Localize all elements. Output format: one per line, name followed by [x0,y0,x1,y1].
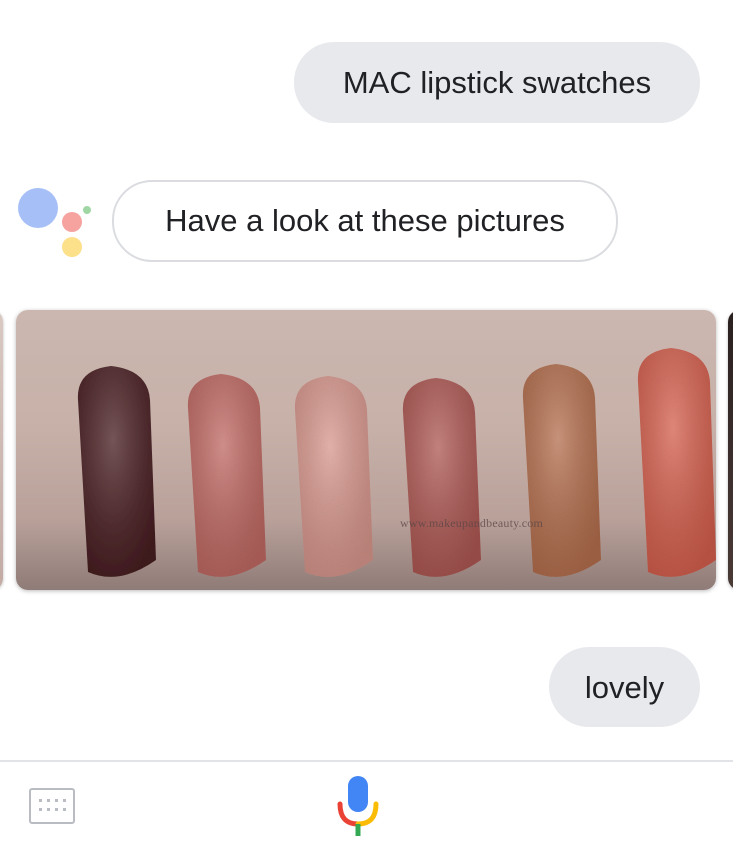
logo-red-dot [62,212,82,232]
lipstick-swatch-sheen [522,364,601,577]
key-dot [63,799,66,802]
lipstick-swatch-image[interactable]: www.makeupandbeauty.com [16,310,716,590]
google-assistant-logo-icon [16,186,96,257]
microphone-icon[interactable] [332,774,384,840]
image-carousel[interactable]: www.makeupandbeauty.com [0,308,733,593]
key-dot [47,799,50,802]
key-dot [55,799,58,802]
lipstick-swatch-sheen [294,376,373,577]
user-message-text: MAC lipstick swatches [342,65,652,100]
conversation-area: MAC lipstick swatches Have a look at the… [0,0,733,760]
lipstick-swatch-sheen [187,374,266,577]
key-dot [47,808,50,811]
assistant-message-text: Have a look at these pictures [165,203,565,238]
previous-image-card[interactable] [0,310,3,590]
assistant-message-bubble[interactable]: Have a look at these pictures [112,180,618,262]
image-watermark: www.makeupandbeauty.com [400,516,543,530]
keyboard-icon[interactable] [29,788,75,824]
input-bar [0,760,733,852]
microphone-graphic [337,776,379,836]
lipstick-swatch-sheen [402,378,481,577]
logo-yellow-dot [62,237,82,257]
swatch-photo-graphic [77,348,716,577]
key-dot [55,808,58,811]
lipstick-swatch-sheen [77,366,156,577]
user-message-text-2: lovely [584,669,665,705]
logo-blue-dot [18,188,58,228]
logo-green-dot [83,206,91,214]
key-dot [39,808,42,811]
key-dot [39,799,42,802]
user-message-bubble[interactable]: MAC lipstick swatches [294,42,700,123]
next-image-card[interactable] [728,310,733,590]
key-dot [63,808,66,811]
lipstick-swatch-sheen [637,348,716,577]
keyboard-frame [29,788,75,824]
user-message-bubble-2[interactable]: lovely [549,647,700,727]
assistant-message-row: Have a look at these pictures [0,180,733,262]
